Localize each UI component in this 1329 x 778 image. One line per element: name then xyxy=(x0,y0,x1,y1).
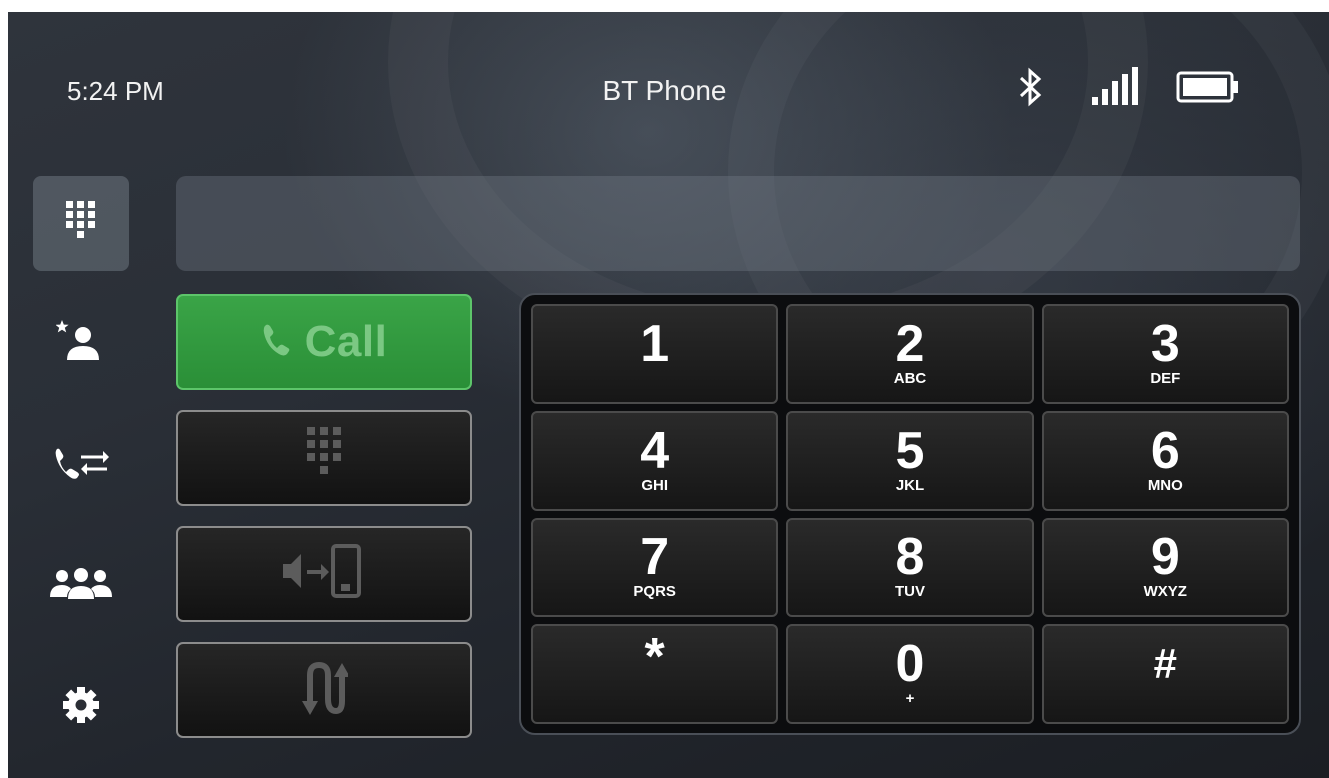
key-2[interactable]: 2 ABC xyxy=(786,304,1034,404)
favorite-contact-icon xyxy=(55,320,106,369)
call-button[interactable]: Call xyxy=(176,294,472,390)
key-digit: 4 xyxy=(640,421,670,480)
key-digit: 0 xyxy=(895,635,925,694)
contacts-group-icon xyxy=(50,567,112,606)
swap-call-button[interactable] xyxy=(176,642,472,738)
key-letters: MNO xyxy=(1147,476,1183,494)
key-letters: + xyxy=(905,690,915,708)
phone-icon xyxy=(261,323,291,362)
key-digit: # xyxy=(1153,640,1177,688)
key-3[interactable]: 3 DEF xyxy=(1041,304,1289,404)
dialpad-icon xyxy=(307,426,341,490)
key-5[interactable]: 5 JKL xyxy=(786,410,1034,511)
key-letters: GHI xyxy=(641,476,668,494)
dialpad-icon xyxy=(66,201,96,246)
call-label: Call xyxy=(304,317,388,366)
call-history-icon xyxy=(53,443,109,488)
key-6[interactable]: 6 MNO xyxy=(1041,410,1289,511)
key-star[interactable]: * xyxy=(531,624,779,724)
key-letters: TUV xyxy=(894,583,925,601)
gear-icon xyxy=(61,685,101,730)
key-digit: 8 xyxy=(895,528,925,587)
key-8[interactable]: 8 TUV xyxy=(786,517,1034,618)
key-letters: JKL xyxy=(895,476,925,494)
transfer-audio-button[interactable] xyxy=(176,526,472,622)
key-digit: 2 xyxy=(895,314,925,373)
key-letters: DEF xyxy=(1150,369,1181,387)
speaker-to-phone-icon xyxy=(281,542,367,607)
key-digit: 6 xyxy=(1150,421,1180,480)
sidebar-item-recent-calls[interactable] xyxy=(33,418,129,513)
key-9[interactable]: 9 WXYZ xyxy=(1041,517,1289,618)
sidebar-item-contacts[interactable] xyxy=(33,539,129,634)
status-icons xyxy=(1018,64,1240,114)
dial-keypad: 1 2 ABC 3 DEF 4 GHI 5 JKL 6 MNO 7 PQRS 8 TUV 9W… xyxy=(519,293,1301,735)
key-7[interactable]: 7 PQRS xyxy=(531,517,779,618)
key-1[interactable]: 1 xyxy=(531,304,779,404)
key-digit: 5 xyxy=(895,421,925,480)
key-4[interactable]: 4 GHI xyxy=(531,410,779,511)
bluetooth-icon xyxy=(1018,67,1044,112)
battery-icon xyxy=(1176,70,1240,109)
key-letters: ABC xyxy=(893,369,927,387)
key-letters: PQRS xyxy=(633,583,676,601)
dtmf-keypad-button[interactable] xyxy=(176,410,472,506)
dialed-number-field[interactable] xyxy=(176,176,1300,271)
key-digit: 7 xyxy=(640,528,670,587)
key-letters: WXYZ xyxy=(1143,583,1187,601)
sidebar-item-favorites[interactable] xyxy=(33,297,129,392)
signal-icon xyxy=(1092,66,1140,112)
sidebar-item-settings[interactable] xyxy=(33,660,129,755)
sidebar-item-keypad[interactable] xyxy=(33,176,129,271)
key-0[interactable]: 0 + xyxy=(786,624,1034,724)
swap-arrows-icon xyxy=(300,659,350,722)
key-digit: 1 xyxy=(640,314,670,373)
key-digit: 3 xyxy=(1150,314,1180,373)
key-digit: 9 xyxy=(1150,528,1180,587)
key-digit: * xyxy=(644,628,665,687)
key-hash[interactable]: # xyxy=(1041,624,1289,724)
